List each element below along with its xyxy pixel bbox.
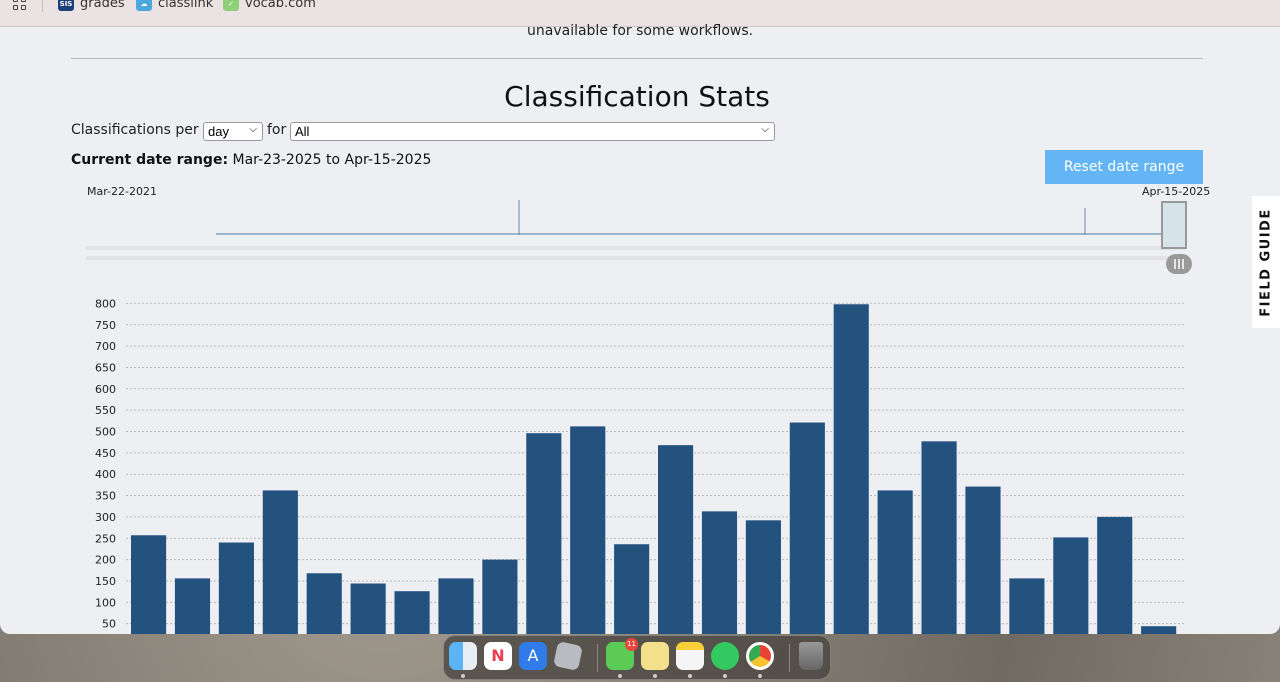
date-range-label: Current date range: [71,152,229,168]
bar-Mar-26[interactable] [262,490,298,634]
bar-Apr-07[interactable] [789,422,825,634]
roblox-icon[interactable] [553,641,583,671]
bar-Mar-25[interactable] [218,542,254,634]
bar-Mar-28[interactable] [350,583,386,634]
dock-divider [789,644,790,672]
bar-Apr-04[interactable] [658,445,694,634]
bookmark-label: vocab.com [245,0,316,11]
apps-grid-icon[interactable] [13,0,27,10]
brush-overview-chart[interactable] [86,198,1206,278]
brush-selection-handle[interactable] [1161,201,1187,249]
spotify-icon[interactable] [711,642,739,670]
y-tick-label: 150 [95,575,116,588]
vocab-check-icon: ✓ [223,0,239,11]
chrome-icon[interactable] [746,642,774,670]
dock: N A 11 [443,635,831,680]
bookmark-vocab[interactable]: ✓ vocab.com [223,0,316,11]
for-label: for [267,122,287,138]
sis-icon: SIS [58,0,74,11]
y-tick-label: 200 [95,554,116,567]
chevron-down-icon: ⌵ [249,124,257,135]
bar-Apr-13[interactable] [1053,537,1089,634]
notes-icon[interactable] [676,642,704,670]
bar-Mar-29[interactable] [394,591,430,634]
chevron-down-icon: ⌵ [761,124,769,135]
bar-Mar-23[interactable] [131,535,167,634]
bar-Apr-11[interactable] [965,486,1001,634]
y-tick-label: 700 [95,340,116,353]
page-title: Classification Stats [504,80,770,113]
messages-badge: 11 [625,638,638,651]
bar-Apr-14[interactable] [1097,516,1133,634]
classlink-cloud-icon: ☁ [136,0,152,11]
bookmark-classlink[interactable]: ☁ classlink [136,0,213,11]
reset-date-range-button[interactable]: Reset date range [1045,150,1203,184]
y-tick-label: 500 [95,426,116,439]
running-dot [653,674,657,678]
field-guide-tab[interactable]: FIELD GUIDE [1252,196,1280,328]
brush-start-label: Mar-22-2021 [87,185,157,198]
bar-Apr-15[interactable] [1141,626,1177,634]
per-label: Classifications per [71,122,199,138]
bar-Apr-05[interactable] [701,511,738,634]
y-tick-label: 350 [95,490,116,503]
bar-Mar-27[interactable] [306,573,342,634]
divider [42,0,43,12]
date-range: Current date range: Mar-23-2025 to Apr-1… [71,152,431,168]
news-icon[interactable]: N [484,642,512,670]
bar-Mar-31[interactable] [482,559,518,634]
bar-Mar-30[interactable] [438,578,474,634]
date-range-value: Mar-23-2025 to Apr-15-2025 [232,152,432,168]
workflow-value: All [295,124,310,139]
bar-Mar-24[interactable] [174,578,211,634]
period-select[interactable]: day ⌵ [203,122,263,141]
workflow-select[interactable]: All ⌵ [290,122,775,141]
bar-Apr-10[interactable] [921,441,957,634]
bar-chart: 50 100 150 200 250 300 350 400 450 500 550 600 650 70… [95,297,1186,634]
divider [71,58,1203,59]
y-tick-label: 250 [95,532,116,545]
running-dot [688,674,692,678]
bookmark-label: grades [80,0,125,11]
brush-track [86,246,1186,250]
bar-Apr-08[interactable] [833,304,869,634]
app-store-icon[interactable]: A [519,642,547,670]
trash-icon[interactable] [799,642,823,670]
running-dot [618,674,622,678]
running-dot [758,674,762,678]
bar-Apr-01[interactable] [526,433,562,634]
y-tick-label: 650 [95,361,116,374]
scroll-track [86,256,1186,260]
y-tick-label: 450 [95,447,116,460]
y-tick-label: 50 [102,618,116,631]
notice-text: unavailable for some workflows. [527,23,754,39]
bar-Apr-02[interactable] [570,426,606,634]
y-tick-label: 400 [95,468,116,481]
dock-divider [597,644,598,672]
running-dot [461,674,465,678]
bookmark-grades[interactable]: SIS grades [58,0,125,11]
finder-icon[interactable] [449,642,477,670]
y-tick-label: 600 [95,383,116,396]
bookmark-label: classlink [158,0,214,11]
bar-Apr-09[interactable] [877,490,913,634]
stickies-icon[interactable] [641,642,669,670]
y-tick-label: 100 [95,596,116,609]
bar-Apr-03[interactable] [614,544,650,634]
period-value: day [208,124,229,139]
browser-window: SIS grades ☁ classlink ✓ vocab.com unavaila… [0,0,1280,634]
y-tick-label: 750 [95,319,116,332]
bar-Apr-06[interactable] [745,520,781,634]
running-dot [723,674,727,678]
field-guide-label: FIELD GUIDE [1258,207,1274,317]
y-tick-label: 300 [95,511,116,524]
brush-end-label: Apr-15-2025 [1142,185,1211,198]
bar-Apr-12[interactable] [1009,578,1045,634]
y-tick-label: 550 [95,404,116,417]
y-tick-label: 800 [95,297,116,310]
